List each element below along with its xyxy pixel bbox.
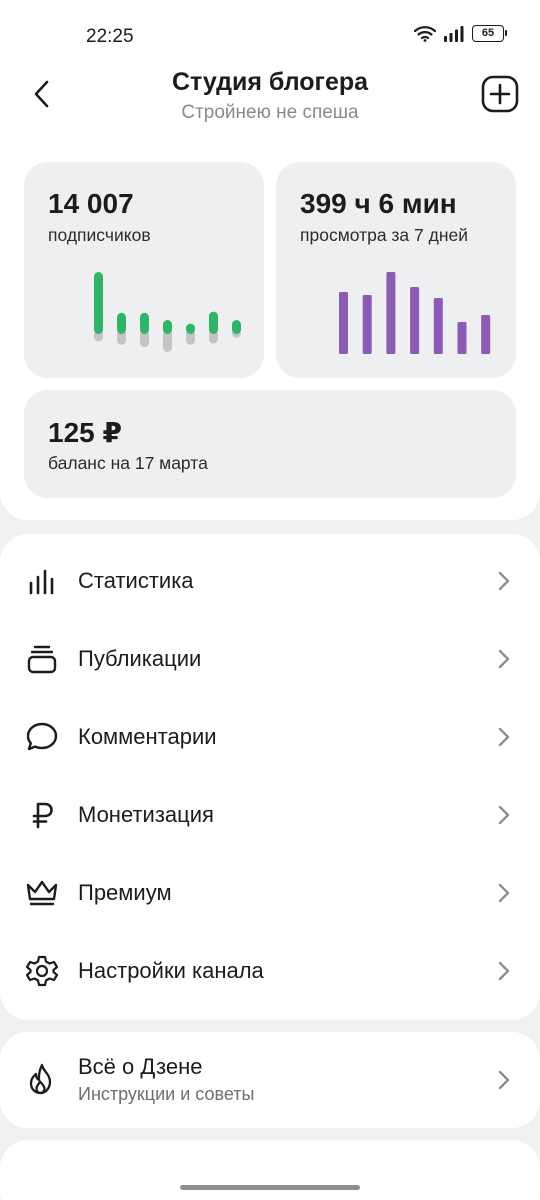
menu-sublabel: Инструкции и советы [78, 1084, 255, 1104]
home-indicator[interactable] [180, 1185, 360, 1190]
crown-icon [24, 875, 60, 911]
status-time: 22:25 [86, 26, 134, 47]
chevron-right-icon [498, 727, 510, 747]
menu-item-comments[interactable]: Комментарии [0, 698, 540, 776]
balance-card[interactable]: 125 ₽ баланс на 17 марта [24, 390, 516, 498]
chevron-right-icon [498, 883, 510, 903]
menu-list: Статистика Публикации Комментарии Монети… [0, 534, 540, 1020]
header: Студия блогера Стройнею не спеша [0, 60, 540, 132]
balance-amount: 125 ₽ [48, 417, 122, 448]
views-bar [433, 298, 443, 354]
menu-item-monetization[interactable]: Монетизация [0, 776, 540, 854]
bar-chart-icon [24, 563, 60, 599]
views-bar [386, 272, 396, 354]
subscribers-gain-bar [232, 320, 241, 334]
menu-label: Публикации [78, 646, 202, 671]
balance-label: баланс на 17 марта [48, 453, 208, 473]
subscribers-gain-bar [186, 323, 195, 334]
menu-label: Монетизация [78, 802, 214, 827]
comment-icon [24, 719, 60, 755]
views-card[interactable]: 399 ч 6 мин просмотра за 7 дней [276, 162, 516, 378]
subscribers-gain-bar [140, 312, 149, 334]
stack-icon [24, 641, 60, 677]
menu-item-statistics[interactable]: Статистика [0, 542, 540, 620]
subscribers-gain-bar [117, 312, 126, 334]
zen-info-group: Всё о Дзене Инструкции и советы [0, 1032, 540, 1128]
wifi-icon [414, 26, 436, 42]
menu-item-channel-settings[interactable]: Настройки канала [0, 932, 540, 1010]
create-button[interactable] [480, 74, 520, 114]
views-bar [457, 322, 467, 354]
page-subtitle: Стройнею не спеша [181, 102, 359, 123]
views-chart [339, 272, 491, 354]
chevron-right-icon [498, 1070, 510, 1090]
subscribers-chart [94, 272, 241, 352]
views-bar [481, 315, 491, 354]
chevron-right-icon [498, 805, 510, 825]
menu-label: Комментарии [78, 724, 217, 749]
next-group-partial [0, 1140, 540, 1200]
chevron-right-icon [498, 571, 510, 591]
views-bar [339, 292, 348, 354]
menu-label: Премиум [78, 880, 172, 905]
subscribers-gain-bar [94, 272, 103, 334]
menu-label: Настройки канала [78, 958, 264, 983]
signal-icon [444, 26, 464, 42]
page-title: Студия блогера [171, 68, 369, 96]
plus-square-icon [481, 75, 519, 113]
chevron-right-icon [498, 649, 510, 669]
flame-icon [24, 1062, 60, 1098]
menu-label: Всё о Дзене [78, 1054, 203, 1079]
subscribers-card[interactable]: 14 007 подписчиков [24, 162, 264, 378]
status-bar: 22:25 65 [0, 0, 540, 60]
menu-item-publications[interactable]: Публикации [0, 620, 540, 698]
views-bar [362, 295, 372, 354]
status-icons: 65 [414, 25, 507, 42]
subscribers-gain-bar [209, 311, 218, 334]
ruble-icon [24, 797, 60, 833]
views-bar [410, 287, 420, 354]
gear-icon [24, 953, 60, 989]
menu-item-premium[interactable]: Премиум [0, 854, 540, 932]
chevron-right-icon [498, 961, 510, 981]
battery-indicator: 65 [472, 25, 507, 42]
subscribers-gain-bar [163, 320, 172, 334]
menu-item-about-zen[interactable]: Всё о Дзене Инструкции и советы [0, 1032, 540, 1128]
menu-label: Статистика [78, 568, 194, 593]
